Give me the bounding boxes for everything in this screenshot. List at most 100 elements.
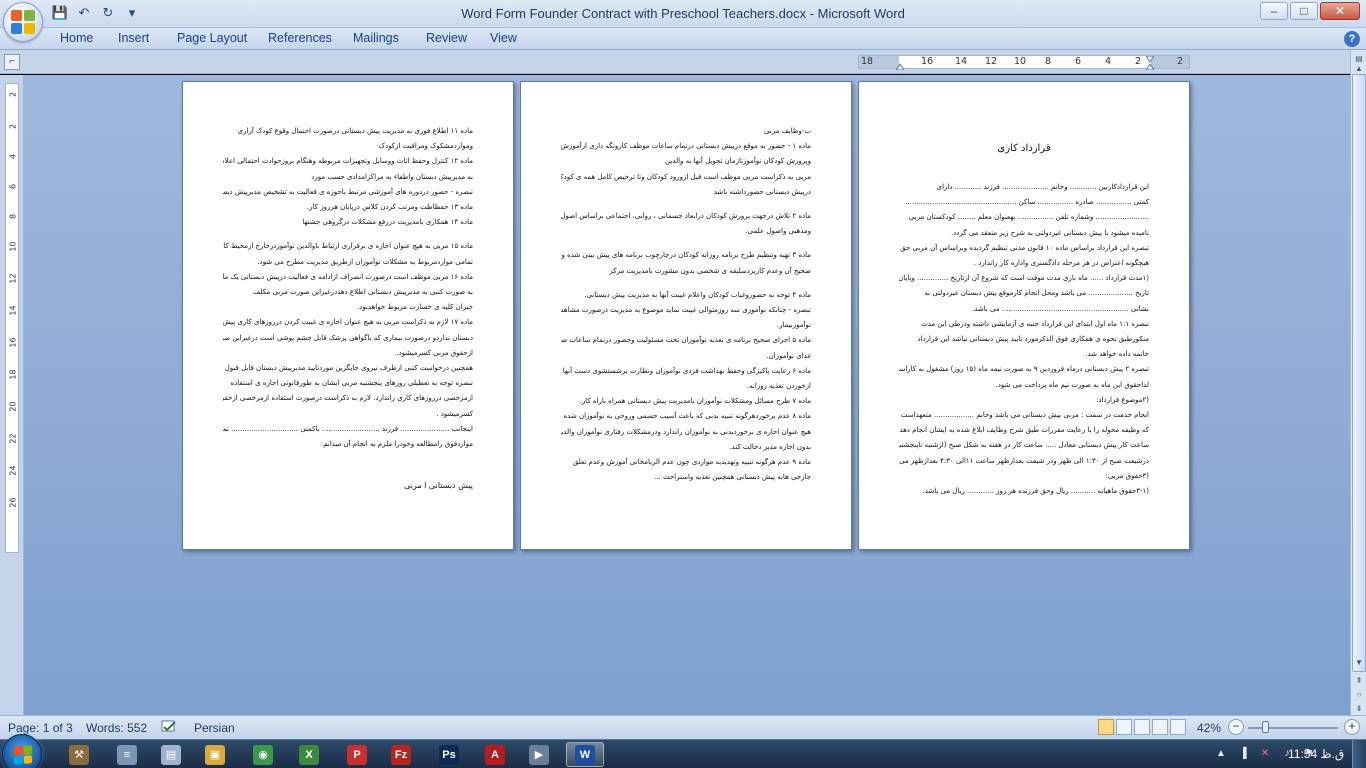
chrome-icon: ◉ bbox=[253, 744, 273, 765]
action-center-icon[interactable]: ✕ bbox=[1258, 747, 1272, 761]
tab-view[interactable]: View bbox=[490, 31, 517, 45]
taskbar-chrome-button[interactable]: ◉ bbox=[244, 742, 282, 767]
text-line: ساعت کار پیش دبستانی معادل ..... ساعت کا… bbox=[899, 441, 1149, 450]
taskbar-notepad-button[interactable]: ≡ bbox=[108, 742, 146, 767]
signature-line: پیش دبستانی ا مربی bbox=[404, 481, 473, 491]
zoom-level[interactable]: 42% bbox=[1197, 721, 1221, 735]
text-line: تبصره ۱:۱ ماه اول ابتدای این قرارداد جنب… bbox=[921, 319, 1149, 328]
vertical-ruler[interactable]: 2 2 4 6 8 10 12 14 16 18 20 22 24 26 bbox=[0, 75, 24, 715]
ruler-label: 4 bbox=[1105, 56, 1112, 67]
text-line: این قراردادکاربین ............ وخانم ...… bbox=[936, 183, 1149, 191]
minimize-button[interactable]: – bbox=[1260, 2, 1288, 20]
tab-selector-icon[interactable]: ⌐ bbox=[4, 54, 20, 70]
text-line: (۳حقوق مربی: bbox=[1105, 471, 1149, 480]
taskbar-document-viewer-button[interactable]: ▤ bbox=[152, 742, 190, 767]
text-line: ومذهبی واصول علمی. bbox=[745, 227, 811, 236]
tab-mailings[interactable]: Mailings bbox=[353, 31, 399, 45]
network-icon[interactable]: ▐ bbox=[1236, 747, 1250, 761]
help-icon[interactable]: ? bbox=[1344, 31, 1360, 47]
tab-home[interactable]: Home bbox=[60, 31, 93, 45]
outline-view-button[interactable] bbox=[1152, 719, 1168, 735]
select-browse-object-icon[interactable]: ○ bbox=[1352, 688, 1366, 702]
page-body: ماده ۱۱ اطلاع فوری به مدیریت پیش دبستانی… bbox=[223, 124, 473, 493]
zoom-in-button[interactable]: + bbox=[1344, 719, 1360, 735]
ruler-label: 24 bbox=[8, 465, 18, 476]
start-button[interactable] bbox=[2, 734, 42, 768]
notepad-icon: ≡ bbox=[117, 744, 137, 765]
horizontal-ruler[interactable]: 18 16 14 12 10 8 6 4 2 2 bbox=[858, 55, 1190, 70]
text-line: تمامی مواردمربوط به مشکلات نوآموزان ازطر… bbox=[257, 257, 473, 266]
clock[interactable]: 11:54 ق.ظ bbox=[1288, 747, 1344, 761]
taskbar-media-player-button[interactable]: ▶ bbox=[520, 742, 558, 767]
document-viewer-icon: ▤ bbox=[161, 744, 181, 765]
maximize-button[interactable]: □ bbox=[1290, 2, 1318, 20]
show-hidden-icons-icon[interactable]: ▲ bbox=[1214, 747, 1228, 761]
text-line: ب-وظایف مربی bbox=[763, 127, 811, 135]
taskbar-tools-button[interactable]: ⚒ bbox=[60, 742, 98, 767]
text-line: وپرورش کودکان نوآموزتازمان تحویل آنها به… bbox=[665, 157, 811, 166]
right-indent-marker-icon[interactable] bbox=[1146, 56, 1154, 70]
text-line: ماده ۴ توجه به حضوروغیاب کودکان واعلام غ… bbox=[584, 290, 811, 299]
tab-insert[interactable]: Insert bbox=[118, 31, 149, 45]
taskbar-word-button[interactable]: W bbox=[566, 742, 604, 767]
ruler-bar: ⌐ 18 16 14 12 10 8 6 4 2 2 bbox=[0, 50, 1366, 74]
tab-references[interactable]: References bbox=[268, 31, 332, 45]
previous-page-icon[interactable]: ⇞ bbox=[1352, 674, 1366, 688]
taskbar-acrobat-button[interactable]: A bbox=[476, 742, 514, 767]
word-count[interactable]: Words: 552 bbox=[86, 721, 147, 735]
text-line: نشانی ..................................… bbox=[971, 304, 1149, 313]
zoom-out-button[interactable]: − bbox=[1228, 719, 1244, 735]
zoom-slider-thumb[interactable] bbox=[1262, 721, 1269, 733]
proofing-icon[interactable] bbox=[160, 719, 178, 735]
full-screen-reading-view-button[interactable] bbox=[1116, 719, 1132, 735]
ruler-label: 12 bbox=[8, 273, 18, 284]
ruler-label: 8 bbox=[1045, 56, 1052, 67]
draft-view-button[interactable] bbox=[1170, 719, 1186, 735]
document-area[interactable]: ماده ۱۱ اطلاع فوری به مدیریت پیش دبستانی… bbox=[24, 75, 1350, 715]
ruler-label: 2 bbox=[1135, 56, 1142, 67]
text-line: نوآموزبیمار. bbox=[776, 321, 811, 330]
text-line: ماده ۱۲ کنترل وحفظ اثاث ووسایل وتجهیزات … bbox=[223, 157, 473, 166]
document-page[interactable]: ب-وظایف مربی ماده ۱ - حضور به موقع درپیش… bbox=[520, 81, 852, 550]
taskbar-excel-like-button[interactable]: X bbox=[290, 742, 328, 767]
ruler-label: 16 bbox=[8, 337, 18, 348]
text-line: تبصره توجه به تعطیلی روزهای پنجشنبه مربی… bbox=[230, 379, 474, 388]
document-page[interactable]: قرارداد کاری این قراردادکاربین .........… bbox=[858, 81, 1190, 550]
office-button[interactable] bbox=[3, 2, 43, 42]
text-line: به مدیرپیش دبستان واطفاء به مراکزامدادی … bbox=[311, 172, 473, 181]
left-indent-marker-icon[interactable] bbox=[896, 56, 904, 70]
ruler-label: 2 bbox=[8, 91, 18, 98]
page-count[interactable]: Page: 1 of 3 bbox=[8, 721, 73, 735]
taskbar-filezilla-button[interactable]: Fz bbox=[382, 742, 420, 767]
web-layout-view-button[interactable] bbox=[1134, 719, 1150, 735]
tab-review[interactable]: Review bbox=[426, 31, 467, 45]
show-desktop-button[interactable] bbox=[1352, 740, 1366, 768]
scroll-down-icon[interactable]: ▼ bbox=[1352, 656, 1366, 670]
taskbar-pinnacle-button[interactable]: P bbox=[338, 742, 376, 767]
next-page-icon[interactable]: ⇟ bbox=[1352, 702, 1366, 716]
taskbar-file-explorer-button[interactable]: ▣ bbox=[196, 742, 234, 767]
ruler-label: 16 bbox=[921, 56, 934, 67]
photoshop-icon: Ps bbox=[439, 744, 459, 765]
tools-icon: ⚒ bbox=[69, 744, 89, 765]
print-layout-view-button[interactable] bbox=[1098, 719, 1114, 735]
text-line: بدون اجازه مدیر دخالت کند. bbox=[729, 442, 811, 451]
vertical-scrollbar[interactable]: ▤ ▲ ▼ ⇞ ○ ⇟ bbox=[1350, 50, 1366, 715]
view-buttons bbox=[1098, 719, 1186, 735]
ruler-label: 14 bbox=[8, 305, 18, 316]
close-button[interactable]: ✕ bbox=[1320, 2, 1360, 20]
text-line: تبصره - حضور دردوره های آموزشی مرتبط باح… bbox=[223, 187, 473, 196]
tab-page-layout[interactable]: Page Layout bbox=[177, 31, 247, 45]
ruler-label: 18 bbox=[8, 369, 18, 380]
language-indicator[interactable]: Persian bbox=[194, 721, 235, 735]
text-line: ماده ۶ رعایت پاکیزگی وحفظ بهداشت فردی نو… bbox=[561, 366, 811, 375]
taskbar-photoshop-button[interactable]: Ps bbox=[430, 742, 468, 767]
document-title: قرارداد کاری bbox=[997, 143, 1051, 154]
text-line: مربی به ذکراست مربی موظف است قبل ازورود … bbox=[561, 172, 811, 181]
text-line: ........................ وشماره تلفن ...… bbox=[908, 213, 1149, 222]
document-page[interactable]: ماده ۱۱ اطلاع فوری به مدیریت پیش دبستانی… bbox=[182, 81, 514, 550]
text-line: نامیده میشود با پیش دبستانی غیردولتی به … bbox=[950, 228, 1149, 237]
scrollbar-thumb[interactable] bbox=[1352, 74, 1366, 672]
